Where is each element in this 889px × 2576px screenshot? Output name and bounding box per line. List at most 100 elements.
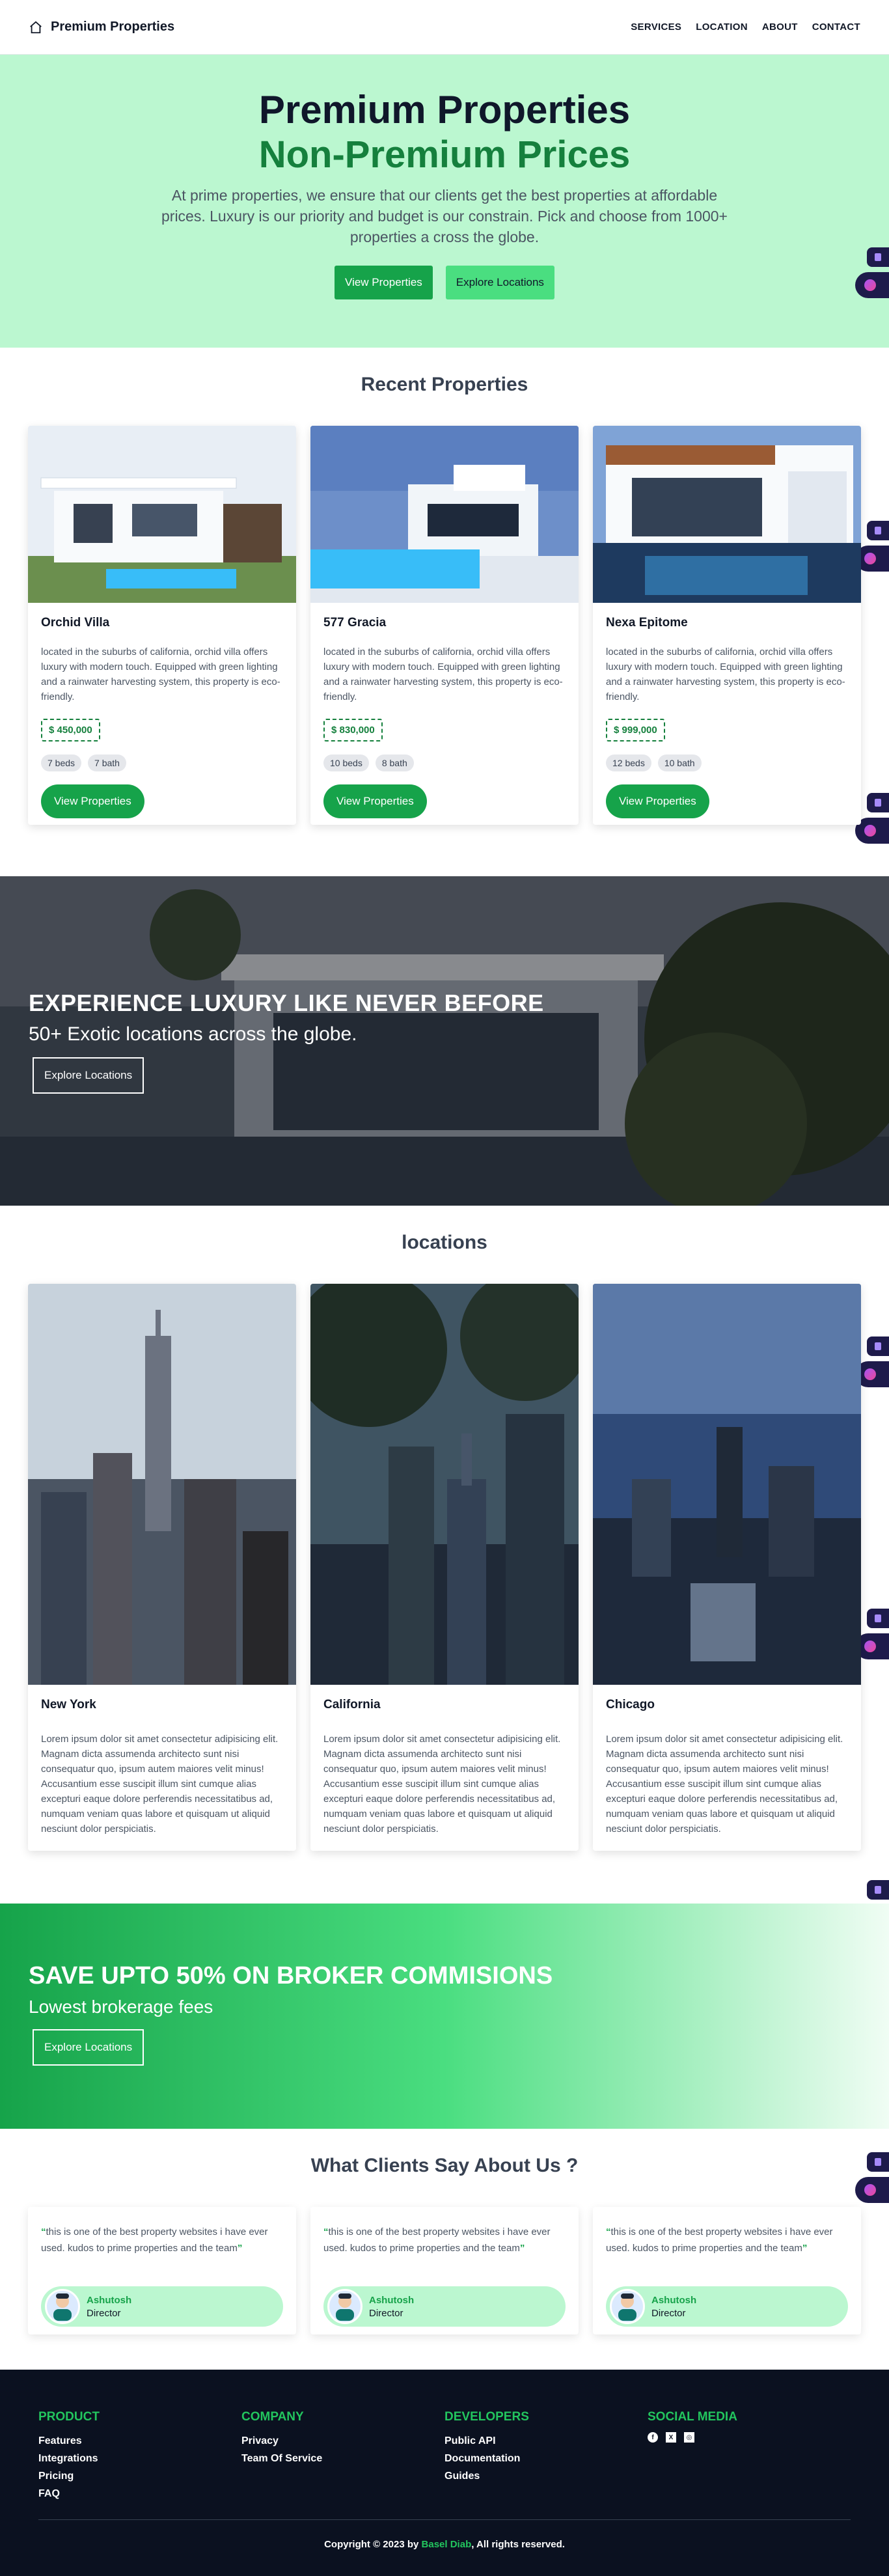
location-card: Chicago Lorem ipsum dolor sit amet conse… — [593, 1284, 861, 1851]
property-name: Orchid Villa — [41, 616, 110, 630]
footer: PRODUCT Features Integrations Pricing FA… — [0, 2370, 889, 2576]
testimonial-quote: “this is one of the best property websit… — [310, 2207, 579, 2256]
testimonial-author: Ashutosh Director — [323, 2286, 566, 2327]
banner-text: EXPERIENCE LUXURY LIKE NEVER BEFORE 50+ … — [29, 990, 544, 1094]
baths-tag: 8 bath — [375, 755, 414, 771]
quote-text: this is one of the best property website… — [323, 2226, 551, 2254]
property-tags: 12 beds 10 bath — [593, 755, 861, 771]
property-image — [310, 426, 579, 603]
open-quote-icon: “ — [606, 2226, 611, 2237]
footer-link-features[interactable]: Features — [38, 2432, 100, 2450]
widget-square-icon[interactable] — [867, 247, 889, 267]
home-icon — [30, 21, 42, 33]
footer-social-column: SOCIAL MEDIA f X ◎ — [648, 2410, 737, 2443]
beds-tag: 10 beds — [323, 755, 369, 771]
footer-link-guides[interactable]: Guides — [444, 2467, 529, 2485]
property-description: located in the suburbs of california, or… — [323, 646, 563, 702]
footer-product-column: PRODUCT Features Integrations Pricing FA… — [38, 2410, 100, 2502]
property-card: Nexa Epitome located in the suburbs of c… — [593, 426, 861, 825]
view-property-button[interactable]: View Properties — [606, 784, 709, 818]
location-card: California Lorem ipsum dolor sit amet co… — [310, 1284, 579, 1851]
location-description: Lorem ipsum dolor sit amet consectetur a… — [606, 1734, 843, 1835]
locations-title: locations — [402, 1232, 487, 1253]
luxury-banner: EXPERIENCE LUXURY LIKE NEVER BEFORE 50+ … — [0, 876, 889, 1206]
location-name: California — [323, 1698, 381, 1711]
top-navbar: Premium Properties SERVICES LOCATION ABO… — [0, 0, 889, 55]
widget-brain-icon[interactable] — [855, 2177, 889, 2203]
copyright-author[interactable]: Basel Diab — [422, 2539, 472, 2550]
floating-widget[interactable] — [850, 247, 889, 298]
open-quote-icon: “ — [41, 2226, 46, 2237]
brand[interactable]: Premium Properties — [29, 20, 174, 35]
testimonial-card: “this is one of the best property websit… — [28, 2207, 296, 2334]
location-image — [593, 1284, 861, 1685]
property-image — [593, 426, 861, 603]
x-icon[interactable]: X — [666, 2432, 676, 2443]
avatar — [327, 2289, 362, 2324]
view-properties-button[interactable]: View Properties — [335, 266, 433, 299]
author-role: Director — [651, 2307, 686, 2319]
close-quote-icon: ” — [802, 2243, 808, 2254]
close-quote-icon: ” — [519, 2243, 525, 2254]
author-role: Director — [87, 2307, 121, 2319]
widget-square-icon[interactable] — [867, 1880, 889, 1900]
beds-tag: 12 beds — [606, 755, 651, 771]
baths-tag: 10 bath — [657, 755, 702, 771]
banner-subheading: 50+ Exotic locations across the globe. — [29, 1023, 357, 1045]
property-description: located in the suburbs of california, or… — [41, 646, 280, 702]
testimonials-title: What Clients Say About Us ? — [310, 2155, 579, 2176]
footer-heading: PRODUCT — [38, 2410, 100, 2424]
location-name: New York — [41, 1698, 96, 1711]
property-description: located in the suburbs of california, or… — [606, 646, 845, 702]
nav-link-services[interactable]: SERVICES — [631, 21, 681, 33]
view-property-button[interactable]: View Properties — [41, 784, 144, 818]
nav-link-contact[interactable]: CONTACT — [812, 21, 860, 33]
location-description: Lorem ipsum dolor sit amet consectetur a… — [323, 1734, 561, 1835]
banner-explore-locations-button[interactable]: Explore Locations — [33, 1057, 144, 1094]
broker-promo-banner: SAVE UPTO 50% ON BROKER COMMISIONS Lowes… — [0, 1904, 889, 2129]
property-tags: 7 beds 7 bath — [28, 755, 296, 771]
property-card: Orchid Villa located in the suburbs of c… — [28, 426, 296, 825]
widget-square-icon[interactable] — [867, 521, 889, 540]
promo-explore-locations-button[interactable]: Explore Locations — [33, 2029, 144, 2066]
widget-square-icon[interactable] — [867, 1609, 889, 1628]
footer-link-faq[interactable]: FAQ — [38, 2485, 100, 2502]
footer-link-team-of-service[interactable]: Team Of Service — [241, 2450, 322, 2467]
author-role: Director — [369, 2307, 403, 2319]
instagram-icon[interactable]: ◎ — [684, 2432, 694, 2443]
footer-heading: COMPANY — [241, 2410, 304, 2424]
open-quote-icon: “ — [323, 2226, 329, 2237]
property-name: Nexa Epitome — [606, 616, 688, 630]
footer-link-privacy[interactable]: Privacy — [241, 2432, 322, 2450]
testimonial-card: “this is one of the best property websit… — [593, 2207, 861, 2334]
quote-text: this is one of the best property website… — [606, 2226, 833, 2254]
price-badge: $ 830,000 — [323, 719, 383, 741]
property-image — [28, 426, 296, 603]
widget-brain-icon[interactable] — [855, 272, 889, 298]
facebook-icon[interactable]: f — [648, 2432, 658, 2443]
location-image — [310, 1284, 579, 1685]
footer-heading: DEVELOPERS — [444, 2410, 529, 2424]
recent-properties-title: Recent Properties — [361, 374, 528, 395]
author-name: Ashutosh — [651, 2294, 697, 2306]
nav-link-location[interactable]: LOCATION — [696, 21, 748, 33]
property-card: 577 Gracia located in the suburbs of cal… — [310, 426, 579, 825]
avatar — [610, 2289, 645, 2324]
footer-link-public-api[interactable]: Public API — [444, 2432, 529, 2450]
nav-link-about[interactable]: ABOUT — [762, 21, 798, 33]
social-icons: f X ◎ — [648, 2432, 737, 2443]
banner-heading: EXPERIENCE LUXURY LIKE NEVER BEFORE — [29, 990, 544, 1016]
hero-section: Premium Properties Non-Premium Prices At… — [0, 55, 889, 348]
footer-link-integrations[interactable]: Integrations — [38, 2450, 100, 2467]
footer-link-documentation[interactable]: Documentation — [444, 2450, 529, 2467]
copyright-prefix: Copyright © 2023 by — [324, 2539, 419, 2550]
explore-locations-button[interactable]: Explore Locations — [445, 266, 554, 299]
hero-buttons: View Properties Explore Locations — [0, 266, 889, 299]
widget-square-icon[interactable] — [867, 793, 889, 812]
location-description: Lorem ipsum dolor sit amet consectetur a… — [41, 1734, 279, 1835]
widget-square-icon[interactable] — [867, 1336, 889, 1356]
view-property-button[interactable]: View Properties — [323, 784, 427, 818]
hero-title: Premium Properties — [258, 88, 631, 132]
footer-developers-column: DEVELOPERS Public API Documentation Guid… — [444, 2410, 529, 2485]
footer-link-pricing[interactable]: Pricing — [38, 2467, 100, 2485]
